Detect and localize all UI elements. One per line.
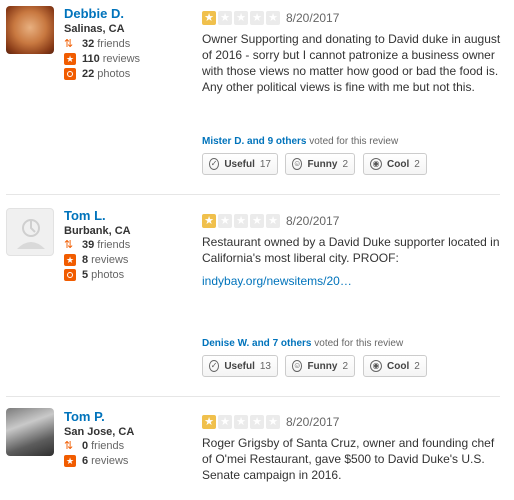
- friends-icon: ⇅: [64, 239, 74, 251]
- cool-button[interactable]: ◉ Cool 2: [363, 355, 427, 377]
- star-icon: ★: [250, 214, 264, 228]
- friends-count: ⇅ 39 friends: [64, 239, 131, 251]
- review-icon: ★: [64, 455, 76, 467]
- star-icon: ★: [266, 11, 280, 25]
- funny-icon: ☺: [292, 158, 303, 170]
- user-location: Burbank, CA: [64, 225, 131, 237]
- review-divider: [6, 396, 500, 397]
- star-rating: ★ ★ ★ ★ ★: [202, 11, 282, 25]
- funny-button[interactable]: ☺ Funny 2: [285, 355, 355, 377]
- star-icon: ★: [202, 214, 216, 228]
- star-icon: ★: [218, 11, 232, 25]
- user-name-link[interactable]: Tom L.: [64, 208, 106, 223]
- star-icon: ★: [250, 415, 264, 429]
- voters-link[interactable]: Mister D. and 9 others: [202, 136, 306, 147]
- photos-count: 5 photos: [64, 269, 124, 281]
- review-date: 8/20/2017: [286, 214, 340, 228]
- review-date: 8/20/2017: [286, 11, 340, 25]
- voted-line: Denise W. and 7 others voted for this re…: [202, 338, 404, 349]
- star-icon: ★: [234, 11, 248, 25]
- friends-icon: ⇅: [64, 440, 74, 452]
- user-name-link[interactable]: Tom P.: [64, 409, 105, 424]
- star-icon: ★: [266, 415, 280, 429]
- star-icon: ★: [266, 214, 280, 228]
- review-text: Restaurant owned by a David Duke support…: [202, 235, 500, 265]
- friends-count: ⇅ 32 friends: [64, 38, 131, 50]
- user-name-link[interactable]: Debbie D.: [64, 6, 124, 21]
- review-link[interactable]: indybay.org/newsitems/20…: [202, 274, 352, 288]
- cool-button[interactable]: ◉ Cool 2: [363, 153, 427, 175]
- star-icon: ★: [234, 415, 248, 429]
- review-divider: [6, 194, 500, 195]
- star-icon: ★: [218, 214, 232, 228]
- reviews-count: ★ 8 reviews: [64, 254, 129, 266]
- useful-icon: ✓: [209, 158, 220, 170]
- star-icon: ★: [202, 11, 216, 25]
- review-text: Owner Supporting and donating to David d…: [202, 32, 501, 94]
- star-icon: ★: [250, 11, 264, 25]
- star-rating: ★ ★ ★ ★ ★: [202, 415, 282, 429]
- photos-count: 22 photos: [64, 68, 130, 80]
- review-icon: ★: [64, 254, 76, 266]
- photo-icon: [64, 269, 76, 281]
- user-location: San Jose, CA: [64, 426, 135, 438]
- useful-button[interactable]: ✓ Useful 17: [202, 153, 278, 175]
- review-icon: ★: [64, 53, 76, 65]
- user-avatar[interactable]: [6, 408, 54, 456]
- friends-count: ⇅ 0 friends: [64, 440, 125, 452]
- friends-icon: ⇅: [64, 38, 74, 50]
- useful-button[interactable]: ✓ Useful 13: [202, 355, 278, 377]
- photo-icon: [64, 68, 76, 80]
- user-avatar[interactable]: [6, 208, 54, 256]
- reviews-count: ★ 6 reviews: [64, 455, 129, 467]
- review-text: Roger Grigsby of Santa Cruz, owner and f…: [202, 436, 495, 482]
- voters-link[interactable]: Denise W. and 7 others: [202, 338, 311, 349]
- star-icon: ★: [218, 415, 232, 429]
- review-date: 8/20/2017: [286, 415, 340, 429]
- user-location: Salinas, CA: [64, 23, 125, 35]
- reviews-count: ★ 110 reviews: [64, 53, 141, 65]
- user-avatar[interactable]: [6, 6, 54, 54]
- star-rating: ★ ★ ★ ★ ★: [202, 214, 282, 228]
- funny-icon: ☺: [292, 360, 303, 372]
- star-icon: ★: [234, 214, 248, 228]
- star-icon: ★: [202, 415, 216, 429]
- voted-line: Mister D. and 9 others voted for this re…: [202, 136, 399, 147]
- default-avatar-icon: [17, 219, 45, 249]
- funny-button[interactable]: ☺ Funny 2: [285, 153, 355, 175]
- cool-icon: ◉: [370, 158, 382, 170]
- useful-icon: ✓: [209, 360, 220, 372]
- cool-icon: ◉: [370, 360, 382, 372]
